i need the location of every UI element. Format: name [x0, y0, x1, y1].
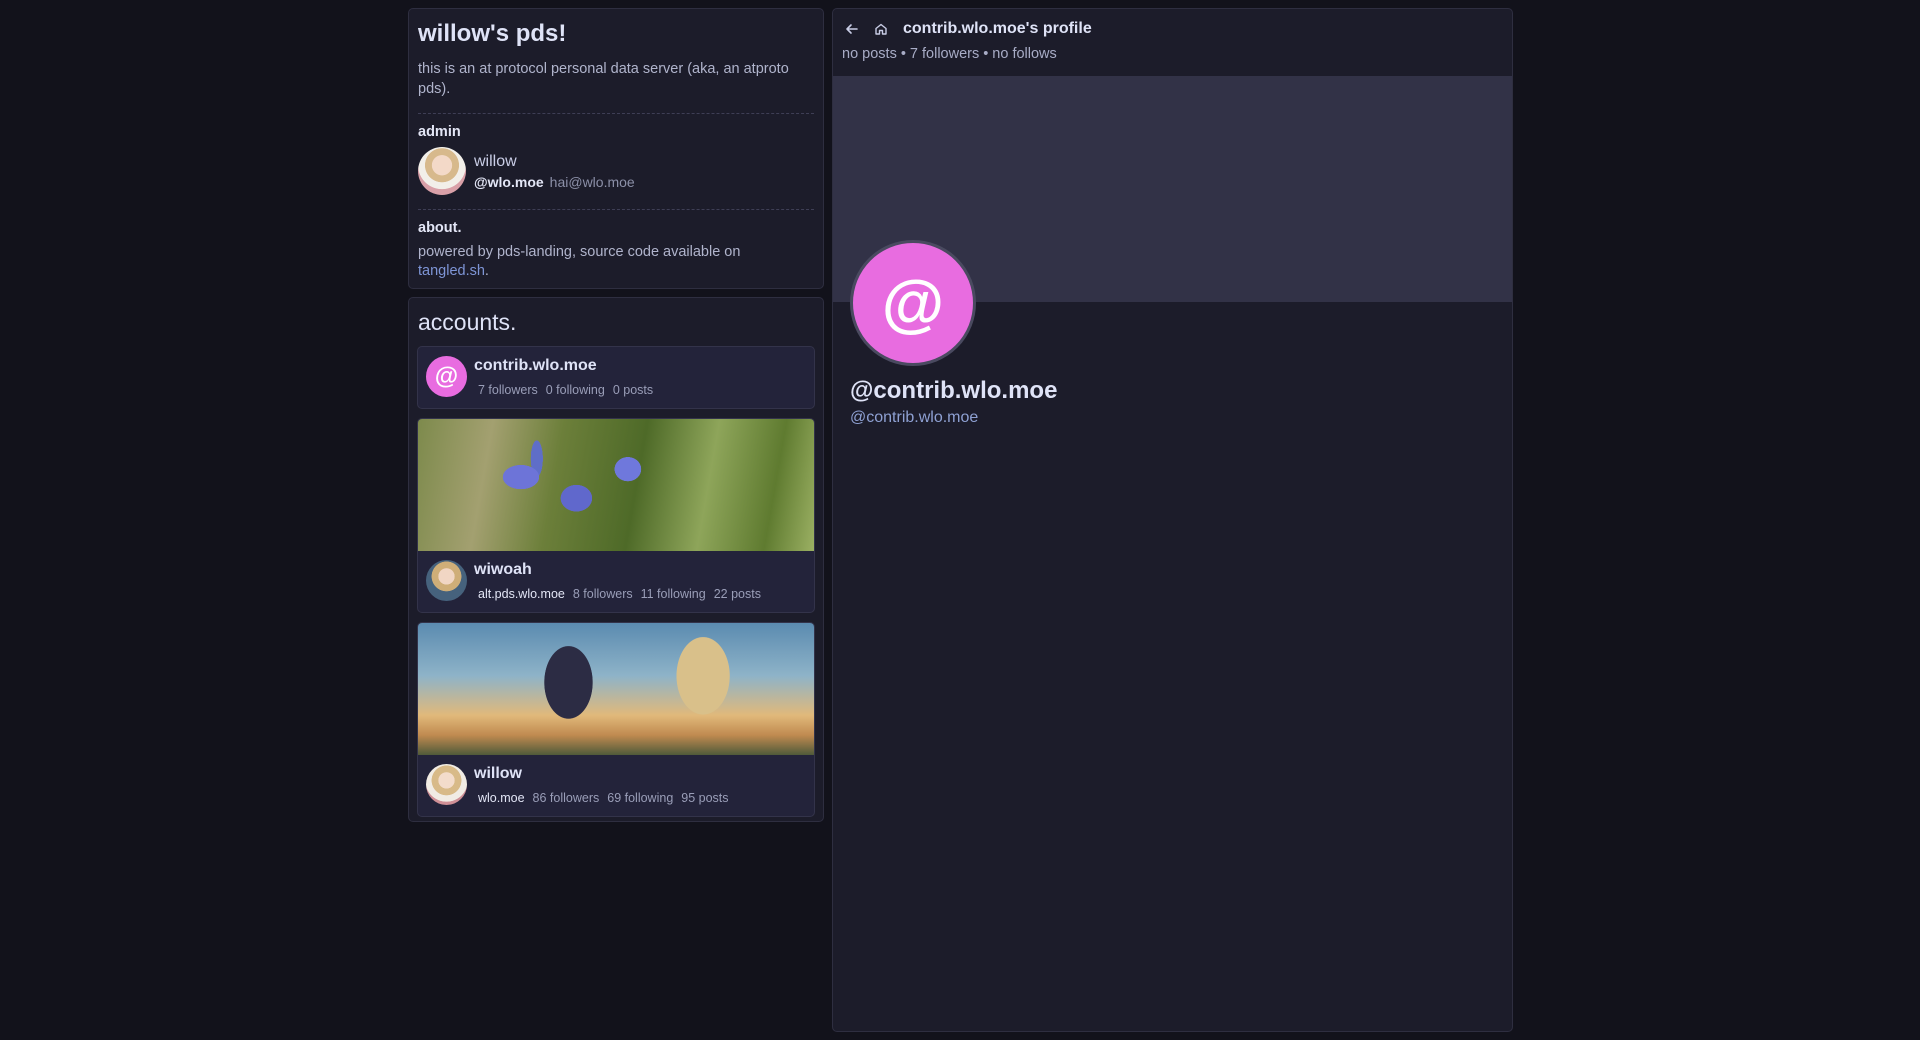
account-posts: 95 posts	[681, 791, 729, 805]
arrow-left-icon[interactable]	[842, 19, 862, 39]
admin-row[interactable]: willow @wlo.moe hai@wlo.moe	[418, 147, 814, 195]
pds-description: this is an at protocol personal data ser…	[418, 61, 789, 97]
profile-posts-count: no posts	[842, 46, 897, 62]
account-stats: wlo.moe 86 followers 69 following 95 posts	[478, 791, 729, 805]
account-posts: 0 posts	[612, 383, 654, 397]
account-card-wiwoah[interactable]: wiwoah alt.pds.wlo.moe 8 followers 11 foll…	[417, 418, 815, 613]
profile-counts: no posts • 7 followers • no follows	[842, 46, 1503, 62]
divider	[418, 113, 814, 114]
account-avatar-at-icon: @	[426, 356, 467, 397]
profile-avatar-at-icon: @	[850, 240, 976, 366]
account-followers: 8 followers	[572, 587, 633, 601]
account-handle: alt.pds.wlo.moe	[478, 587, 565, 601]
account-stats: alt.pds.wlo.moe 8 followers 11 following 22…	[478, 587, 761, 601]
divider	[418, 209, 814, 210]
profile-panel: contrib.wlo.moe's profile no posts • 7 fol…	[832, 8, 1513, 1032]
admin-heading: admin	[418, 124, 461, 140]
account-name: wiwoah	[474, 561, 532, 578]
profile-follows-count: no follows	[992, 46, 1057, 62]
account-followers: 7 followers	[478, 383, 538, 397]
home-icon[interactable]	[871, 19, 891, 39]
admin-handle[interactable]: @wlo.moe	[474, 174, 544, 190]
account-following: 0 following	[545, 383, 605, 397]
account-handle: wlo.moe	[478, 791, 525, 805]
admin-email: hai@wlo.moe	[549, 173, 635, 190]
profile-header-title: contrib.wlo.moe's profile	[903, 20, 1092, 37]
account-following: 69 following	[607, 791, 674, 805]
separator: •	[983, 46, 989, 62]
accounts-heading: accounts.	[418, 309, 517, 335]
account-name: willow	[474, 765, 522, 782]
account-banner-image	[418, 419, 814, 551]
profile-handle[interactable]: @contrib.wlo.moe	[850, 409, 978, 427]
account-following: 11 following	[640, 587, 706, 601]
account-avatar	[426, 560, 467, 601]
profile-header: contrib.wlo.moe's profile no posts • 7 fol…	[833, 9, 1512, 76]
separator: •	[900, 46, 906, 62]
account-posts: 22 posts	[713, 587, 761, 601]
account-stats: 7 followers 0 following 0 posts	[478, 383, 653, 397]
account-card-willow[interactable]: willow wlo.moe 86 followers 69 following 95…	[417, 622, 815, 817]
admin-avatar[interactable]	[418, 147, 466, 195]
account-avatar	[426, 764, 467, 805]
accounts-panel: accounts. @ contrib.wlo.moe 7 followers 0…	[408, 297, 824, 822]
account-name: contrib.wlo.moe	[474, 357, 597, 374]
account-banner-image	[418, 623, 814, 755]
profile-display-name: @contrib.wlo.moe	[850, 377, 1058, 404]
account-followers: 86 followers	[532, 791, 600, 805]
about-body: powered by pds-landing, source code avai…	[418, 244, 741, 260]
about-text: powered by pds-landing, source code avai…	[418, 243, 814, 281]
pds-info-card: willow's pds! this is an at protocol per…	[408, 8, 824, 289]
page-title: willow's pds!	[418, 20, 567, 47]
tangled-link[interactable]: tangled.sh	[418, 263, 485, 279]
profile-followers-count: 7 followers	[909, 46, 980, 62]
about-heading: about.	[418, 220, 462, 236]
about-end: .	[484, 263, 489, 279]
admin-name: willow	[474, 152, 517, 170]
account-card-contrib[interactable]: @ contrib.wlo.moe 7 followers 0 following…	[417, 346, 815, 409]
